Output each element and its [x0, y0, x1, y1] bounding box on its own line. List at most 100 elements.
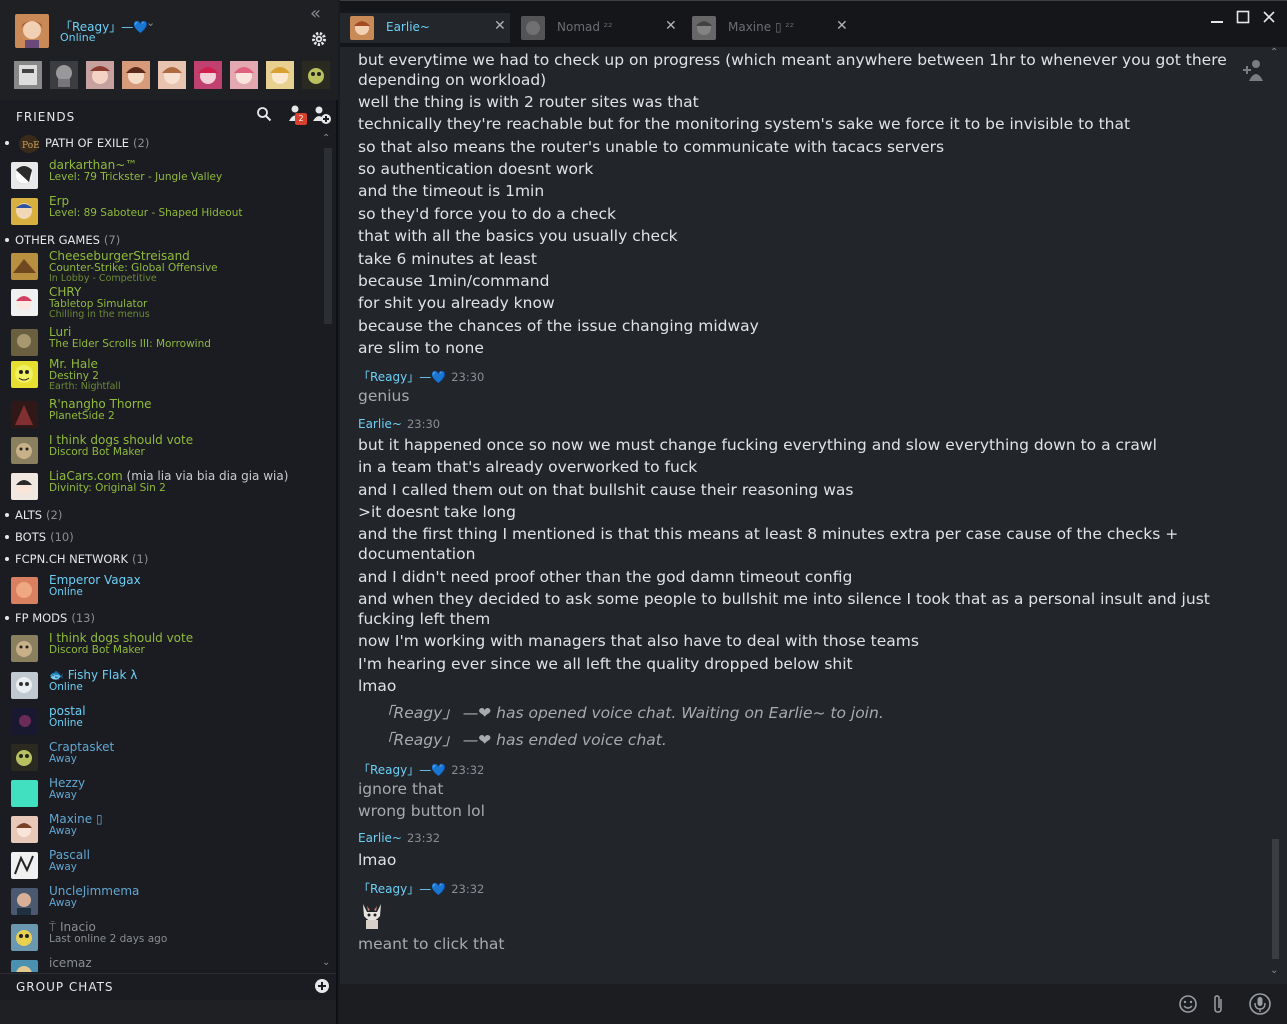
friend-row[interactable]: Maxine ▯ Away: [11, 812, 321, 844]
author-name[interactable]: Earlie~: [358, 831, 402, 845]
quick-avatar[interactable]: [302, 61, 330, 89]
group-other-games[interactable]: OTHER GAMES (7): [5, 233, 120, 247]
friend-name: UncleJimmema: [49, 884, 140, 898]
minimize-window-icon[interactable]: [1210, 9, 1224, 23]
friend-status: Divinity: Original Sin 2: [49, 482, 166, 494]
author-name[interactable]: 「Reagy」—💙: [358, 763, 446, 777]
friend-row[interactable]: R'nangho Thorne PlanetSide 2: [11, 397, 321, 429]
cat-sticker-icon: [358, 900, 386, 930]
author-name[interactable]: 「Reagy」—💙: [358, 370, 446, 384]
message-author-header: 「Reagy」—💙 23:30: [358, 368, 484, 385]
tab-nomad[interactable]: Nomad ᶻᶻ ✕: [511, 13, 681, 43]
message-line: technically they're reachable but for th…: [358, 115, 1131, 133]
quick-avatar[interactable]: [50, 61, 78, 89]
my-avatar[interactable]: [15, 14, 49, 48]
paperclip-icon[interactable]: [1211, 994, 1225, 1014]
friend-name: postal: [49, 704, 86, 718]
emoji-icon[interactable]: [1178, 994, 1198, 1014]
friend-avatar: [11, 672, 38, 699]
friend-avatar: [11, 473, 38, 500]
group-name: OTHER GAMES: [15, 233, 100, 247]
group-path-of-exile[interactable]: PATH OF EXILE (2): [5, 136, 149, 150]
friends-scroll-up-icon[interactable]: ⌃: [322, 133, 330, 144]
friend-row[interactable]: I think dogs should vote Discord Bot Mak…: [11, 433, 321, 465]
add-friend-icon[interactable]: [312, 105, 332, 125]
chat-scroll-up-icon[interactable]: ⌃: [1270, 47, 1278, 58]
friends-scroll-down-icon[interactable]: ⌄: [322, 957, 330, 968]
friend-avatar: [11, 635, 38, 662]
friend-row[interactable]: Hezzy Away: [11, 776, 321, 808]
friend-status: Online: [49, 586, 83, 598]
author-name[interactable]: Earlie~: [358, 417, 402, 431]
quick-avatar[interactable]: [86, 61, 114, 89]
message-line: but everytime we had to check up on prog…: [358, 51, 1227, 89]
chat-scrollbar[interactable]: [1272, 839, 1279, 959]
friend-name: CHRY: [49, 285, 82, 299]
friend-status: Last online 2 days ago: [49, 933, 168, 945]
message-line: that with all the basics you usually che…: [358, 227, 678, 245]
add-group-chat-icon[interactable]: [314, 978, 330, 994]
quick-avatar[interactable]: [158, 61, 186, 89]
quick-avatar[interactable]: [230, 61, 258, 89]
friend-name: Mr. Hale: [49, 357, 98, 371]
voice-chat-icon[interactable]: [1248, 992, 1272, 1016]
close-tab-icon[interactable]: ✕: [836, 18, 848, 34]
message-line: I'm hearing ever since we all left the q…: [358, 655, 853, 673]
friend-row[interactable]: 🐟 Fishy Flak λ Online: [11, 668, 321, 700]
collapse-panel-icon[interactable]: «: [310, 5, 328, 24]
friend-row[interactable]: Luri The Elder Scrolls III: Morrowind: [11, 325, 321, 357]
friend-name: darkarthan~™: [49, 158, 138, 172]
friend-avatar: [11, 577, 38, 604]
settings-gear-icon[interactable]: [311, 31, 327, 47]
message-author-header: 「Reagy」—💙 23:32: [358, 880, 484, 897]
friend-row[interactable]: Mr. Hale Destiny 2 Earth: Nightfall: [11, 357, 321, 392]
friend-row[interactable]: darkarthan~™ Level: 79 Trickster - Jungl…: [11, 158, 321, 190]
group-bullet-icon: [5, 237, 9, 242]
tab-maxine[interactable]: Maxine ▯ ᶻᶻ ✕: [682, 13, 852, 43]
group-count: (13): [71, 611, 95, 625]
group-bots[interactable]: BOTS (10): [5, 530, 74, 544]
quick-avatar[interactable]: [266, 61, 294, 89]
friend-row[interactable]: LiaCars.com (mia lia via bia dia gia wia…: [11, 469, 321, 501]
friend-row[interactable]: postal Online: [11, 704, 321, 736]
author-name[interactable]: 「Reagy」—💙: [358, 882, 446, 896]
maximize-window-icon[interactable]: [1236, 9, 1250, 24]
quick-avatar[interactable]: [194, 61, 222, 89]
friend-row[interactable]: I think dogs should vote Discord Bot Mak…: [11, 631, 321, 663]
status-menu-chevron-icon[interactable]: ⌄: [146, 16, 155, 29]
friends-scrollbar[interactable]: [324, 148, 332, 324]
group-chats-header[interactable]: GROUP CHATS: [0, 973, 336, 1000]
message-time: 23:30: [451, 370, 485, 384]
group-fcpn-network[interactable]: FCPN.CH NETWORK (1): [5, 552, 148, 566]
friend-row[interactable]: icemaz: [11, 956, 321, 972]
close-tab-icon[interactable]: ✕: [494, 18, 506, 34]
search-icon[interactable]: [256, 106, 272, 122]
tab-earlie[interactable]: Earlie~ ✕: [340, 13, 510, 43]
close-tab-icon[interactable]: ✕: [665, 18, 677, 34]
friend-row[interactable]: CHRY Tabletop Simulator Chilling in the …: [11, 285, 321, 320]
group-fp-mods[interactable]: FP MODS (13): [5, 611, 95, 625]
message-line: and the first thing I mentioned is that …: [358, 525, 1179, 563]
friend-row[interactable]: ⍑ Inacio Last online 2 days ago: [11, 920, 321, 952]
message-time: 23:32: [406, 831, 441, 845]
friend-row[interactable]: Emperor Vagax Online: [11, 573, 321, 605]
chat-scroll-down-icon[interactable]: ⌄: [1270, 965, 1278, 976]
friend-status: Level: 89 Saboteur - Shaped Hideout: [49, 207, 243, 219]
close-window-icon[interactable]: [1262, 9, 1276, 23]
friend-row[interactable]: UncleJimmema Away: [11, 884, 321, 916]
message-author-header: Earlie~ 23:30: [358, 417, 440, 431]
friend-name: Emperor Vagax: [49, 573, 141, 587]
group-count: (2): [133, 136, 150, 150]
friend-row[interactable]: Craptasket Away: [11, 740, 321, 772]
invite-to-chat-icon[interactable]: [1241, 59, 1267, 83]
quick-avatar[interactable]: [14, 61, 42, 89]
friend-row[interactable]: CheeseburgerStreisand Counter-Strike: Gl…: [11, 249, 321, 284]
chat-tabs: Earlie~ ✕ Nomad ᶻᶻ ✕ Maxine ▯ ᶻᶻ ✕: [340, 1, 1287, 47]
friend-status: Away: [49, 861, 77, 873]
quick-avatar[interactable]: [122, 61, 150, 89]
message-input[interactable]: [340, 984, 1160, 1024]
message-line: and I called them out on that bullshit c…: [358, 481, 854, 499]
friend-row[interactable]: Pascall Away: [11, 848, 321, 880]
group-alts[interactable]: ALTS (2): [5, 508, 62, 522]
friend-row[interactable]: Erp Level: 89 Saboteur - Shaped Hideout: [11, 194, 321, 226]
